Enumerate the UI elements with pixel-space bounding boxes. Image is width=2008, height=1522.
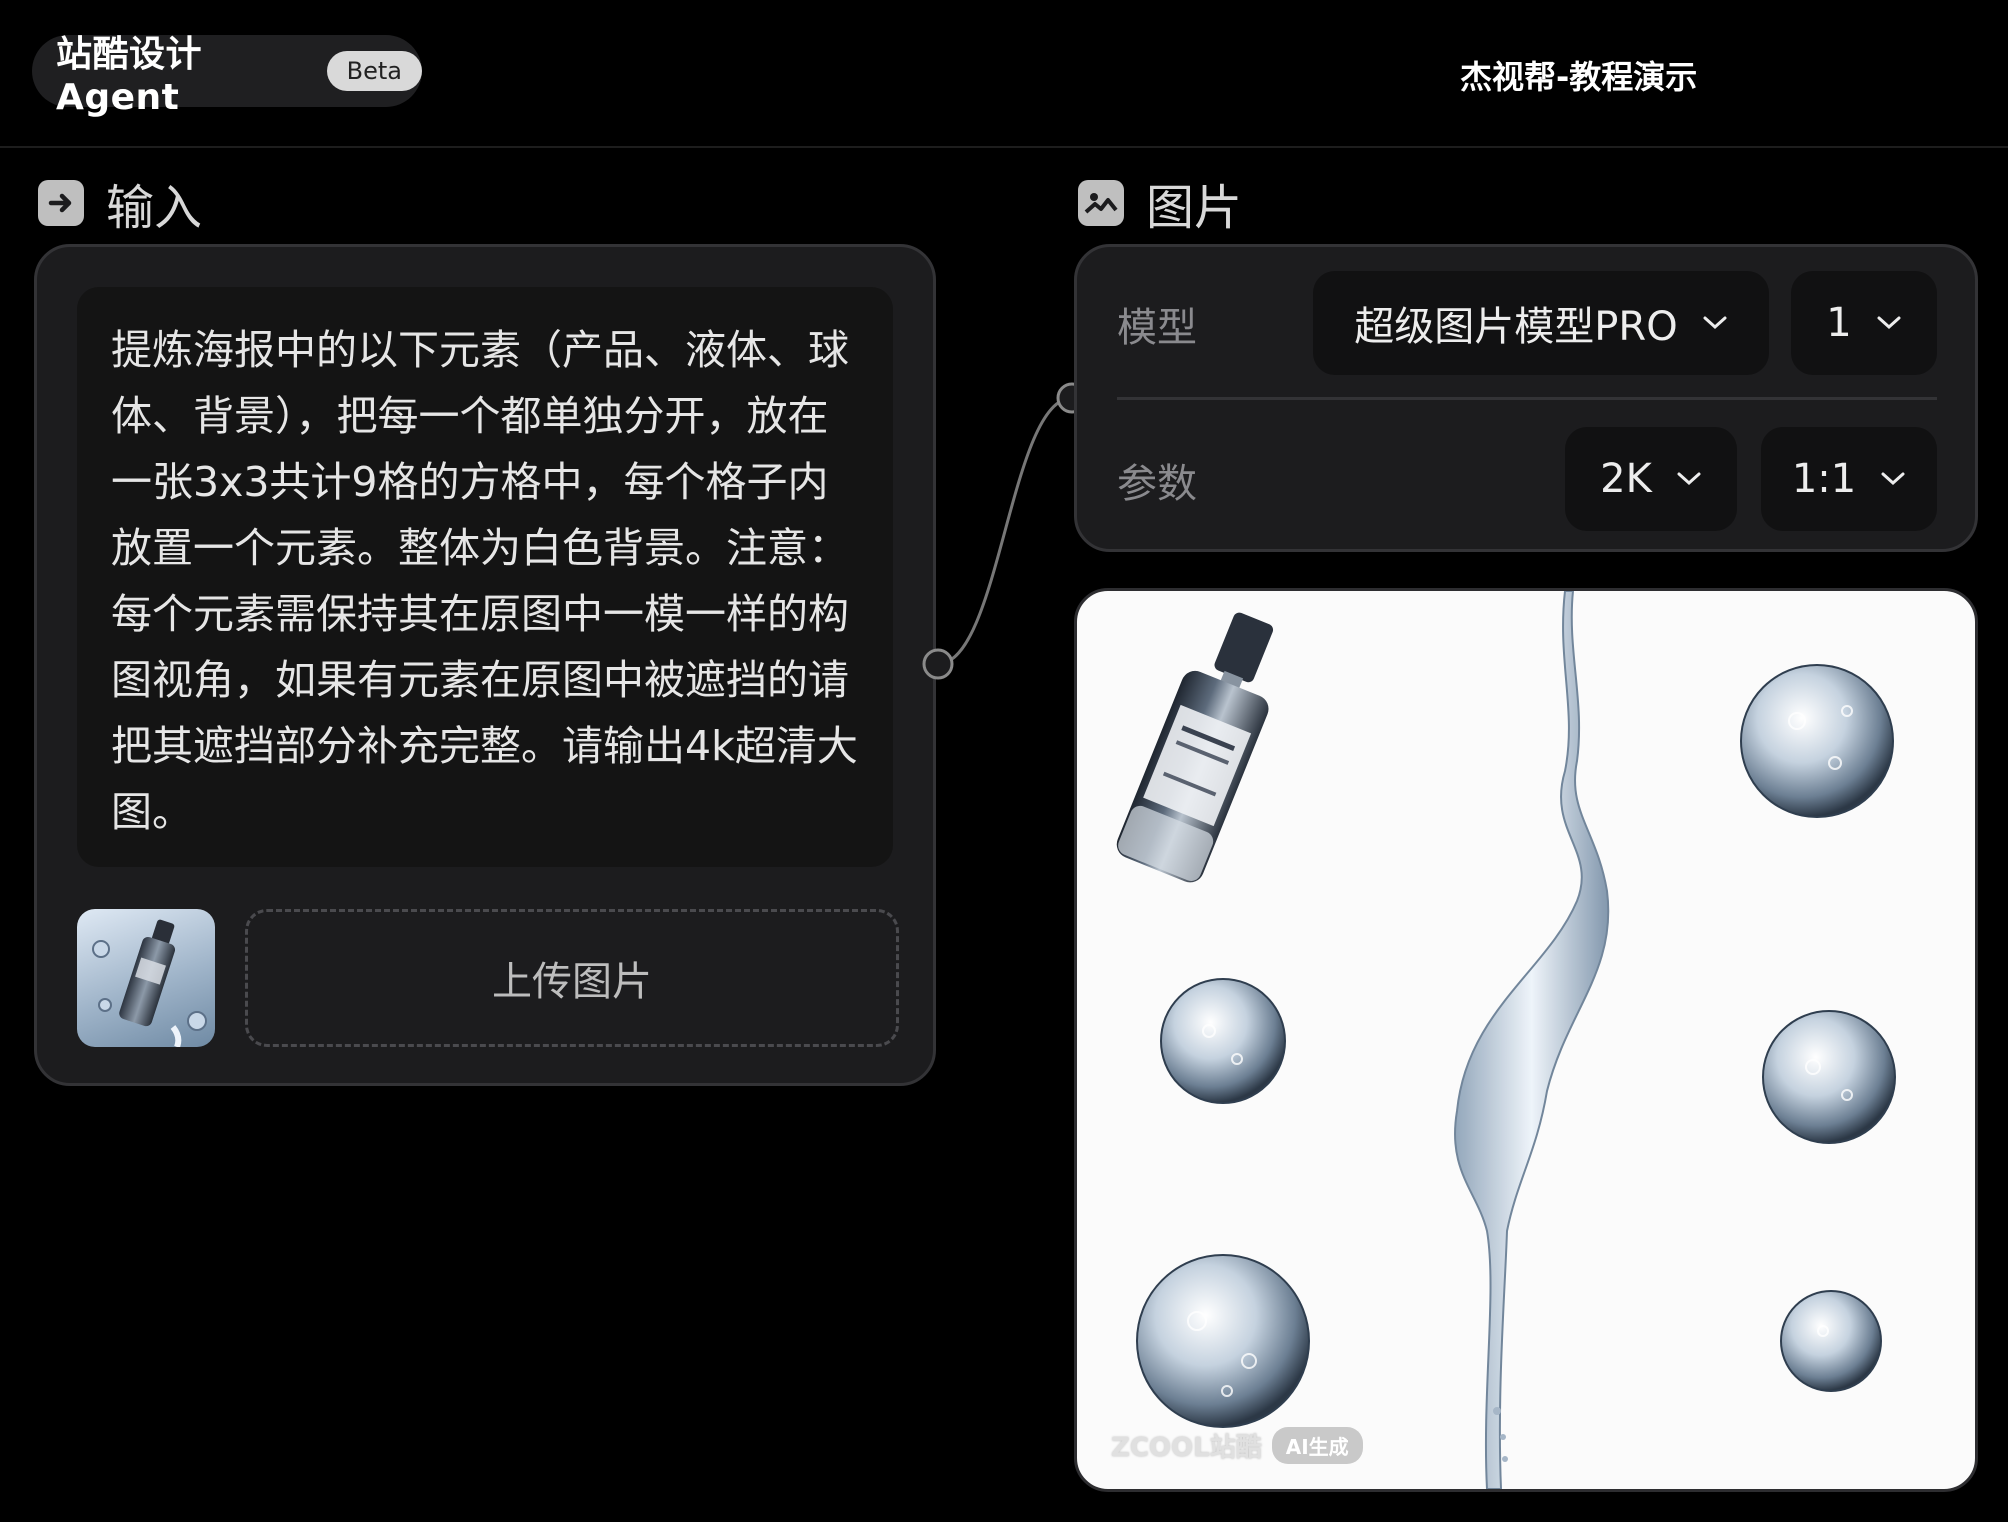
sphere-element bbox=[1740, 664, 1894, 818]
sphere-element bbox=[1780, 1290, 1882, 1392]
input-output-port[interactable] bbox=[922, 648, 954, 680]
model-select[interactable]: 超级图片模型PRO bbox=[1313, 271, 1769, 375]
image-count-value: 1 bbox=[1826, 300, 1852, 346]
bottle-element bbox=[1116, 612, 1274, 883]
watermark-brand: ZCOOL站酷 bbox=[1111, 1433, 1262, 1463]
image-section-title: 图片 bbox=[1146, 180, 1243, 236]
aspect-ratio-select[interactable]: 1:1 bbox=[1761, 427, 1937, 531]
sphere-element bbox=[1762, 1010, 1896, 1144]
resolution-value: 2K bbox=[1600, 456, 1652, 502]
sphere-element bbox=[1136, 1254, 1310, 1428]
chevron-down-icon bbox=[1881, 472, 1905, 486]
model-label: 模型 bbox=[1117, 305, 1197, 351]
resolution-select[interactable]: 2K bbox=[1565, 427, 1737, 531]
image-settings-card: 模型 超级图片模型PRO 1 参数 2K 1:1 bbox=[1074, 244, 1978, 552]
model-select-value: 超级图片模型PRO bbox=[1354, 304, 1678, 350]
watermark: ZCOOL站酷 AI生成 bbox=[1111, 1427, 1363, 1464]
params-label: 参数 bbox=[1117, 461, 1197, 507]
settings-divider bbox=[1117, 397, 1937, 400]
image-section-header: 图片 bbox=[1078, 168, 1242, 238]
aspect-ratio-value: 1:1 bbox=[1791, 456, 1857, 502]
chevron-down-icon bbox=[1677, 472, 1701, 486]
ai-generated-badge: AI生成 bbox=[1271, 1427, 1363, 1464]
chevron-down-icon bbox=[1877, 316, 1901, 330]
image-count-select[interactable]: 1 bbox=[1791, 271, 1937, 375]
image-icon bbox=[1078, 180, 1124, 226]
generated-image-content bbox=[1116, 591, 1896, 1489]
generated-image[interactable]: ZCOOL站酷 AI生成 bbox=[1074, 588, 1978, 1492]
chevron-down-icon bbox=[1703, 316, 1727, 330]
sphere-element bbox=[1160, 978, 1286, 1104]
